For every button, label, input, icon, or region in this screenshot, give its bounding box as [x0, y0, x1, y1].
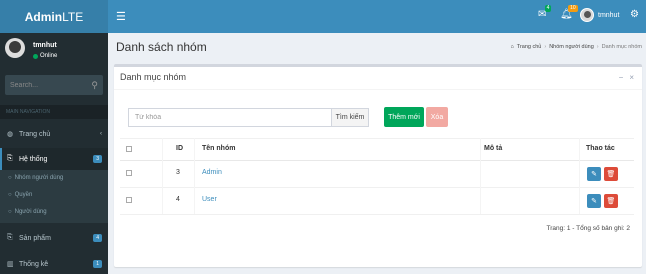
logo-suffix: LTE	[62, 9, 84, 24]
row-checkbox[interactable]	[126, 197, 132, 203]
pencil-icon: ✎	[591, 198, 597, 205]
user-status: Online	[33, 53, 57, 59]
submenu-label: Người dùng	[14, 209, 47, 215]
breadcrumb-home[interactable]: Trang chủ	[517, 44, 542, 50]
avatar	[580, 8, 594, 22]
pagination-info: Trang: 1 - Tổng số bản ghi: 2	[546, 225, 630, 232]
group-list-box: Danh mục nhóm − × Tìm kiếm Thêm mới Xóa …	[114, 64, 642, 267]
bell-icon[interactable]: 🔔︎ 10	[560, 5, 578, 20]
logo-prefix: Admin	[24, 9, 63, 24]
system-submenu: ○ Nhóm người dùng ○ Quyền ○ Người dùng	[0, 170, 108, 223]
bars-icon[interactable]: ☰	[116, 10, 126, 23]
sidebar-item-system[interactable]: ⎘ Hệ thống 3	[0, 148, 108, 170]
edit-button[interactable]: ✎	[587, 194, 601, 208]
submenu-label: Nhóm người dùng	[14, 175, 64, 181]
cell-name-link[interactable]: User	[202, 196, 217, 203]
breadcrumb-groups[interactable]: Nhóm người dùng	[549, 44, 594, 50]
submenu-item-permissions[interactable]: ○ Quyền	[8, 192, 32, 198]
notification-badge: 10	[568, 5, 578, 12]
breadcrumb: ⌂ Trang chủ › Nhóm người dùng › Danh mục…	[510, 44, 642, 50]
chart-icon: ▥	[7, 261, 14, 268]
sidebar-item-home[interactable]: ◍ Trang chủ ‹	[0, 123, 108, 145]
row-divider	[120, 187, 634, 188]
trash-icon: 🗑︎	[606, 171, 616, 178]
pencil-icon: ✎	[591, 171, 597, 178]
top-navbar: ☰ ✉ 4 🔔︎ 10 tmnhut ⚙	[108, 0, 646, 33]
submenu-label: Quyền	[14, 192, 33, 198]
sidebar-badge: 1	[93, 260, 102, 268]
col-header-action: Thao tác	[586, 145, 615, 152]
table-header-border	[120, 160, 634, 161]
box-divider	[114, 89, 642, 90]
cell-id: 3	[176, 169, 180, 176]
submenu-item-users[interactable]: ○ Người dùng	[8, 209, 47, 215]
delete-button[interactable]: Xóa	[426, 107, 448, 127]
cell-id: 4	[176, 196, 180, 203]
page-title: Danh sách nhóm	[116, 40, 207, 54]
submenu-item-groups[interactable]: ○ Nhóm người dùng	[8, 175, 63, 181]
column-separator	[194, 138, 195, 214]
sidebar: tmnhut Online ⚲ MAIN NAVIGATION ◍ Trang …	[0, 33, 108, 274]
user-status-text: Online	[40, 53, 58, 59]
minimize-icon[interactable]: −	[619, 73, 624, 82]
nav-user-name: tmnhut	[598, 11, 620, 19]
select-all-checkbox[interactable]	[126, 146, 132, 152]
column-separator	[162, 138, 163, 214]
edit-button[interactable]: ✎	[587, 167, 601, 181]
breadcrumb-current: Danh mục nhóm	[601, 44, 642, 50]
app-logo[interactable]: Admin LTE	[0, 0, 108, 33]
circle-icon: ○	[8, 175, 12, 181]
table-top-border	[120, 138, 634, 139]
online-dot-icon	[33, 53, 38, 59]
system-icon: ⎘	[7, 155, 13, 162]
sidebar-item-label: Hệ thống	[19, 155, 48, 163]
circle-icon: ○	[8, 192, 12, 198]
sidebar-search: ⚲	[5, 75, 103, 95]
sidebar-badge: 4	[93, 234, 102, 242]
box-tools: − ×	[619, 73, 634, 82]
breadcrumb-separator: ›	[596, 44, 599, 50]
mail-badge: 4	[544, 5, 552, 12]
trash-icon: 🗑︎	[606, 198, 616, 205]
sidebar-section-header: MAIN NAVIGATION	[0, 105, 108, 119]
col-header-desc: Mô tả	[484, 145, 503, 152]
col-header-name: Tên nhóm	[202, 145, 236, 152]
add-new-button[interactable]: Thêm mới	[384, 107, 424, 127]
gears-icon[interactable]: ⚙	[630, 9, 639, 20]
sidebar-badge: 3	[93, 155, 102, 163]
circle-icon: ○	[8, 209, 12, 215]
sidebar-item-label: Thống kê	[19, 260, 49, 268]
column-separator	[480, 138, 481, 214]
col-header-id: ID	[176, 145, 183, 152]
column-separator	[579, 138, 580, 214]
sidebar-search-input[interactable]	[5, 75, 83, 95]
sidebar-item-statistics[interactable]: ▥ Thống kê 1	[0, 253, 108, 274]
search-button[interactable]: Tìm kiếm	[331, 108, 369, 127]
sidebar-item-label: Sản phẩm	[19, 234, 51, 242]
search-icon[interactable]: ⚲	[91, 80, 98, 91]
user-menu[interactable]: tmnhut	[580, 8, 619, 22]
delete-row-button[interactable]: 🗑︎	[604, 167, 618, 181]
home-icon: ⌂	[510, 44, 514, 50]
sidebar-item-label: Trang chủ	[19, 130, 51, 138]
delete-row-button[interactable]: 🗑︎	[604, 194, 618, 208]
user-panel: tmnhut Online	[5, 38, 105, 68]
chevron-left-icon: ‹	[100, 131, 102, 137]
sidebar-item-products[interactable]: ⎘ Sản phẩm 4	[0, 227, 108, 249]
envelope-icon[interactable]: ✉ 4	[538, 5, 552, 20]
breadcrumb-separator: ›	[544, 44, 547, 50]
keyword-input[interactable]	[128, 108, 332, 127]
user-avatar	[5, 38, 25, 58]
row-checkbox[interactable]	[126, 170, 132, 176]
close-icon[interactable]: ×	[629, 73, 634, 82]
row-divider	[120, 214, 634, 215]
dashboard-icon: ◍	[7, 131, 14, 138]
products-icon: ⎘	[7, 234, 13, 241]
box-title: Danh mục nhóm	[120, 72, 187, 82]
sidebar-user-name: tmnhut	[33, 42, 57, 49]
cell-name-link[interactable]: Admin	[202, 169, 222, 176]
